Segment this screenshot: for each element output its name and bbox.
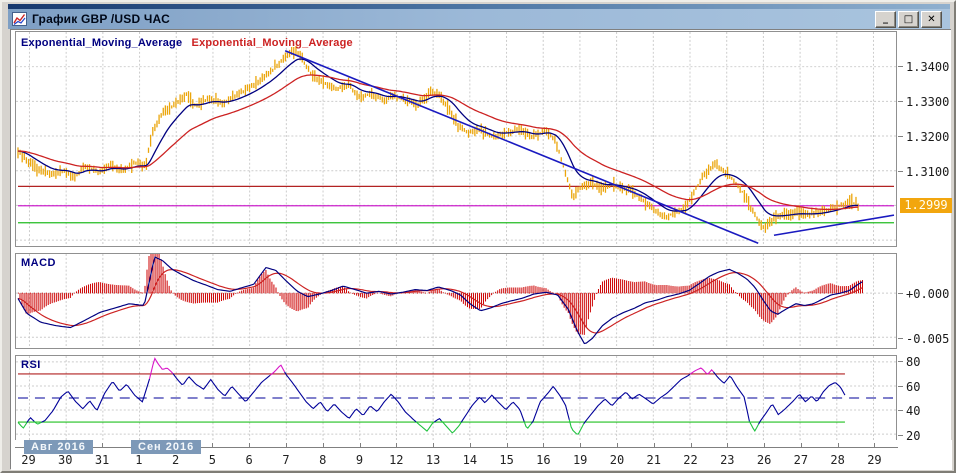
y-axis-tick <box>898 410 903 412</box>
titlebar[interactable]: График GBP /USD ЧАС _ □ ✕ <box>8 9 950 29</box>
x-date-label: 16 <box>536 453 551 467</box>
x-axis-tick <box>469 443 471 448</box>
window-title: График GBP /USD ЧАС <box>32 12 170 26</box>
y-axis-tick-label: +0.000 <box>906 286 950 301</box>
rsi-pane: RSI <box>15 355 897 441</box>
price-chart-svg[interactable] <box>16 32 896 246</box>
x-axis-tick <box>322 443 324 448</box>
x-axis-tick <box>727 443 729 448</box>
y-axis-tick <box>898 385 903 387</box>
x-date-label: 20 <box>609 453 625 467</box>
y-axis-tick <box>898 171 903 173</box>
x-date-label: 8 <box>319 453 327 467</box>
x-axis-tick <box>506 443 508 448</box>
x-date-label: 7 <box>282 453 290 467</box>
y-axis-tick <box>898 136 903 138</box>
x-axis-tick <box>616 443 618 448</box>
x-date-label: 2 <box>171 453 180 467</box>
x-date-label: 5 <box>208 453 216 467</box>
x-date-label: 31 <box>94 453 110 467</box>
x-axis-tick <box>433 443 435 448</box>
x-axis-tick <box>653 443 655 448</box>
client-area: Exponential_Moving_Average Exponential_M… <box>10 29 952 470</box>
window-controls: _ □ ✕ <box>875 10 942 28</box>
x-axis-tick <box>874 443 876 448</box>
month-badge-aug: Авг 2016 <box>24 440 93 454</box>
chart-window: График GBP /USD ЧАС _ □ ✕ Exponential_Mo… <box>0 0 956 473</box>
x-axis-tick <box>837 443 839 448</box>
indicator-labels: Exponential_Moving_Average Exponential_M… <box>21 37 359 49</box>
y-axis-tick-label: -0.005 <box>906 332 950 346</box>
y-axis-tick <box>898 101 903 103</box>
y-axis-tick <box>898 361 903 363</box>
macd-chart-svg[interactable] <box>16 254 896 348</box>
x-axis-tick <box>543 443 545 448</box>
rsi-label: RSI <box>21 359 41 371</box>
x-date-label: 14 <box>462 453 478 467</box>
x-axis-tick <box>690 443 692 448</box>
x-date-label: 26 <box>756 453 772 467</box>
price-pane: Exponential_Moving_Average Exponential_M… <box>15 31 897 247</box>
x-date-label: 9 <box>355 453 364 467</box>
x-date-label: 19 <box>572 453 588 467</box>
y-axis-tick <box>898 338 903 339</box>
y-axis-tick-label: 60 <box>906 379 921 394</box>
x-axis-tick <box>580 443 582 448</box>
x-date-label: 29 <box>867 453 882 467</box>
x-axis-tick <box>285 443 287 448</box>
macd-pane: MACD <box>15 253 897 349</box>
x-axis: Авг 2016 Сен 2016 29 30 31 1 2 5 6 7 8 9 12 13 14 15 1… <box>11 440 952 470</box>
x-date-label: 21 <box>646 453 661 467</box>
x-axis-tick <box>800 443 802 448</box>
ema-slow-label: Exponential_Moving_Average <box>191 37 353 49</box>
y-axis-tick <box>898 292 903 294</box>
y-axis-tick-label: 1.3300 <box>906 95 950 110</box>
x-axis-tick <box>359 443 361 448</box>
x-date-label: 1 <box>135 453 143 467</box>
minimize-button[interactable]: _ <box>875 10 896 28</box>
y-axis-tick <box>898 434 903 436</box>
x-date-label: 28 <box>830 453 845 467</box>
x-axis-tick <box>212 443 214 448</box>
x-date-label: 22 <box>683 453 698 467</box>
rsi-chart-svg[interactable] <box>16 356 896 440</box>
ema-fast-label: Exponential_Moving_Average <box>21 37 183 49</box>
y-axis-tick-label: 40 <box>906 404 921 419</box>
x-axis-tick <box>249 443 251 448</box>
y-axis-tick-label: 1.3400 <box>906 60 950 74</box>
chart-icon[interactable] <box>12 12 27 26</box>
x-date-label: 29 <box>21 453 36 467</box>
x-date-label: 15 <box>499 453 514 467</box>
x-date-label: 6 <box>245 453 253 467</box>
maximize-button[interactable]: □ <box>898 10 919 28</box>
x-axis-tick <box>102 443 104 448</box>
x-date-label: 13 <box>425 453 441 467</box>
x-axis-tick <box>764 443 766 448</box>
x-date-label: 23 <box>720 453 735 467</box>
close-button[interactable]: ✕ <box>921 10 942 28</box>
y-axis-tick-label: 1.3100 <box>906 165 950 180</box>
current-price-tag: 1.2999 <box>900 198 952 214</box>
y-axis-tick-label: 80 <box>906 355 921 370</box>
y-axis-tick-label: 1.3200 <box>906 130 950 145</box>
x-axis-tick <box>396 443 398 448</box>
x-date-label: 12 <box>389 453 404 467</box>
x-date-label: 27 <box>793 453 809 467</box>
macd-label: MACD <box>21 257 56 269</box>
y-axis-tick <box>898 66 903 67</box>
month-badge-sep: Сен 2016 <box>131 440 202 454</box>
x-date-label: 30 <box>58 453 73 467</box>
